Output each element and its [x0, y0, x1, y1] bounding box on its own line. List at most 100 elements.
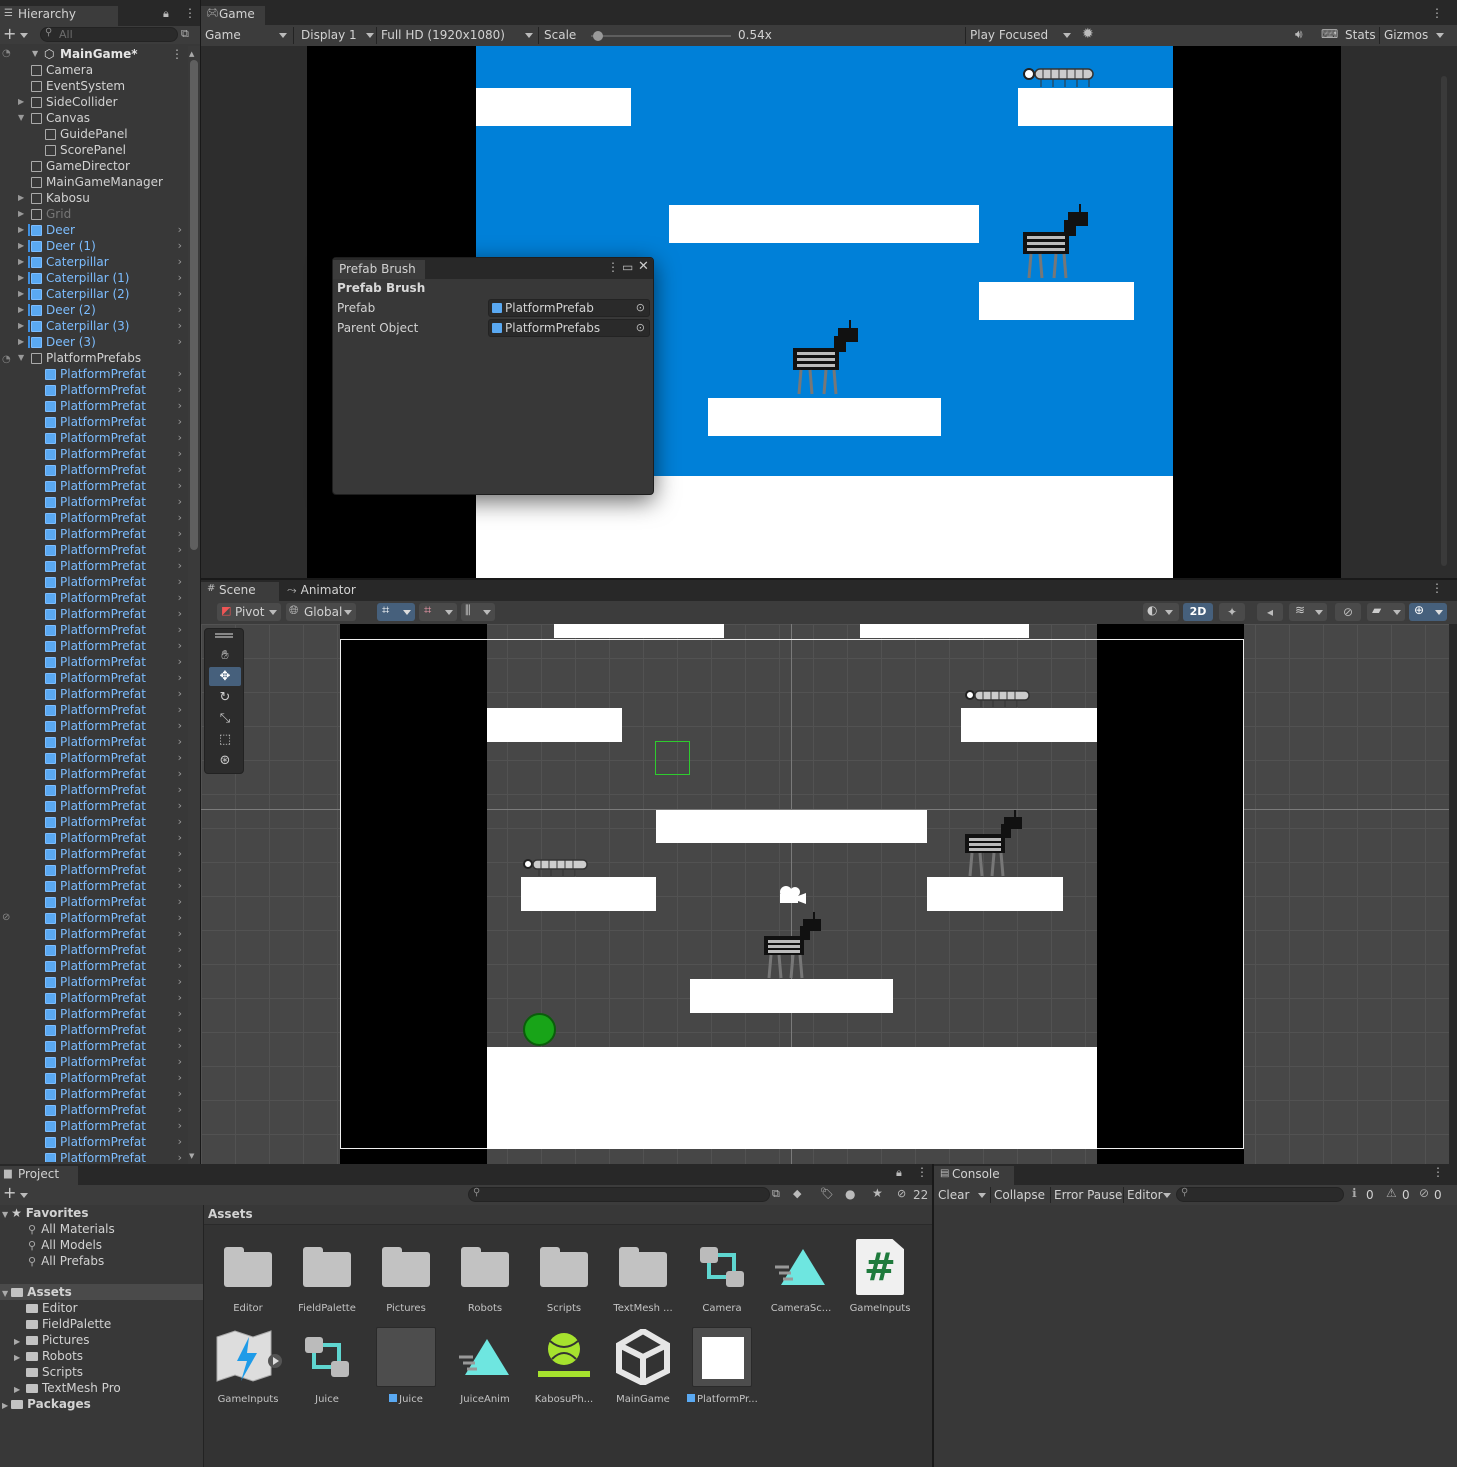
chevron-right-icon[interactable]: › [178, 254, 182, 270]
chevron-right-icon[interactable]: › [178, 910, 182, 926]
chevron-right-icon[interactable]: › [178, 1054, 182, 1070]
hierarchy-item-platform[interactable]: PlatformPrefat › [0, 398, 188, 414]
chevron-right-icon[interactable]: › [178, 238, 182, 254]
play-mode-dropdown[interactable]: Play Focused [970, 25, 1048, 45]
chevron-down-icon[interactable] [366, 33, 374, 38]
chevron-right-icon[interactable]: › [178, 990, 182, 1006]
hierarchy-item[interactable]: GuidePanel [0, 126, 188, 142]
hierarchy-item-platform[interactable]: PlatformPrefat › [0, 414, 188, 430]
hierarchy-item-platform[interactable]: PlatformPrefat › [0, 494, 188, 510]
platform[interactable] [690, 979, 893, 1013]
favorite-item[interactable]: ⚲ All Materials [0, 1221, 200, 1237]
favorite-star-icon[interactable]: ★ [872, 1186, 883, 1200]
error-icon[interactable]: ⊘ [1419, 1186, 1429, 1200]
chevron-right-icon[interactable]: › [178, 878, 182, 894]
hierarchy-item-platform[interactable]: PlatformPrefat › [0, 878, 188, 894]
caterpillar-sprite[interactable] [963, 686, 1037, 708]
chevron-right-icon[interactable]: › [178, 734, 182, 750]
asset-folder-row[interactable]: ▶ Pictures [0, 1332, 200, 1348]
palette-drag-handle[interactable] [215, 633, 233, 635]
scene-visibility-icon[interactable]: ◔ [2, 46, 11, 62]
chevron-right-icon[interactable]: › [178, 702, 182, 718]
warning-icon[interactable]: ⚠ [1386, 1186, 1397, 1200]
expand-arrow-icon[interactable]: ▶ [18, 238, 24, 254]
chevron-right-icon[interactable]: › [178, 382, 182, 398]
maximize-icon[interactable]: ▭ [622, 260, 633, 274]
hierarchy-item-platform[interactable]: PlatformPrefat › [0, 622, 188, 638]
platform[interactable] [487, 708, 622, 742]
chevron-right-icon[interactable]: › [178, 222, 182, 238]
asset-item[interactable]: Juice [371, 1325, 441, 1405]
hierarchy-item-platform[interactable]: PlatformPrefat › [0, 1054, 188, 1070]
chevron-right-icon[interactable]: › [178, 830, 182, 846]
chevron-right-icon[interactable]: › [178, 718, 182, 734]
chevron-right-icon[interactable]: › [178, 430, 182, 446]
hierarchy-item-platform[interactable]: PlatformPrefat › [0, 846, 188, 862]
expand-arrow-icon[interactable]: ▶ [18, 334, 24, 350]
hierarchy-item-platform[interactable]: PlatformPrefat › [0, 526, 188, 542]
asset-item[interactable]: Scripts [529, 1235, 599, 1314]
chevron-down-icon[interactable] [20, 33, 28, 38]
close-icon[interactable]: ✕ [638, 259, 649, 274]
ground-platform[interactable] [487, 1047, 1097, 1149]
expand-arrow-icon[interactable]: ▼ [32, 46, 38, 62]
increment-snap-button[interactable]: ⫼ [461, 603, 495, 621]
asset-folder-row[interactable]: ▶ Robots [0, 1348, 200, 1364]
expand-arrow-icon[interactable]: ▶ [18, 286, 24, 302]
asset-folder-row[interactable]: Editor [0, 1300, 200, 1316]
chevron-down-icon[interactable] [1063, 33, 1071, 38]
chevron-right-icon[interactable]: › [178, 686, 182, 702]
chevron-right-icon[interactable]: › [178, 590, 182, 606]
hierarchy-item-platform[interactable]: PlatformPrefat › [0, 382, 188, 398]
chevron-right-icon[interactable]: › [178, 622, 182, 638]
chevron-right-icon[interactable]: › [178, 926, 182, 942]
lighting-toggle[interactable]: ✦ [1219, 603, 1245, 621]
expand-arrow-icon[interactable]: ▶ [18, 222, 24, 238]
hierarchy-scrollbar[interactable]: ▲ ▼ [188, 46, 200, 1164]
hierarchy-item-platform[interactable]: PlatformPrefat › [0, 574, 188, 590]
hierarchy-item-platform[interactable]: PlatformPrefat › [0, 958, 188, 974]
chevron-right-icon[interactable]: › [178, 1086, 182, 1102]
chevron-right-icon[interactable]: › [178, 318, 182, 334]
favorites-row[interactable]: ▼ ★ Favorites [0, 1205, 200, 1221]
chevron-right-icon[interactable]: › [178, 286, 182, 302]
project-search-input[interactable]: ⚲ [468, 1187, 770, 1202]
more-menu-icon[interactable]: ⋮ [171, 46, 183, 62]
hierarchy-item-platform[interactable]: PlatformPrefat › [0, 974, 188, 990]
expand-arrow-icon[interactable]: ▼ [18, 350, 24, 366]
search-options-icon[interactable]: ⧉ [772, 1187, 780, 1201]
deer-sprite[interactable] [961, 810, 1025, 878]
audio-toggle[interactable]: ◂ [1257, 603, 1283, 621]
hierarchy-item[interactable]: ▶ Grid [0, 206, 188, 222]
hierarchy-item-platform[interactable]: PlatformPrefat › [0, 1150, 188, 1162]
chevron-right-icon[interactable]: › [178, 766, 182, 782]
hierarchy-item-platform[interactable]: PlatformPrefat › [0, 990, 188, 1006]
editor-dropdown[interactable]: Editor [1127, 1185, 1163, 1205]
chevron-right-icon[interactable]: › [178, 1102, 182, 1118]
hierarchy-item-platform[interactable]: PlatformPrefat › [0, 766, 188, 782]
error-pause-button[interactable]: Error Pause [1054, 1185, 1122, 1205]
tab-game[interactable]: 🎮︎ Game [201, 6, 265, 26]
hierarchy-item[interactable]: ScorePanel [0, 142, 188, 158]
hierarchy-item[interactable]: ▶ Deer › [0, 222, 188, 238]
chevron-right-icon[interactable]: › [178, 1038, 182, 1054]
chevron-right-icon[interactable]: › [178, 670, 182, 686]
chevron-right-icon[interactable]: › [178, 542, 182, 558]
chevron-right-icon[interactable]: › [178, 334, 182, 350]
chevron-right-icon[interactable]: › [178, 462, 182, 478]
log-filter-icon[interactable]: ● [845, 1187, 855, 1201]
hierarchy-item[interactable]: ▶ Caterpillar (2) › [0, 286, 188, 302]
chevron-down-icon[interactable] [20, 1193, 28, 1198]
chevron-down-icon[interactable] [978, 1193, 986, 1198]
chevron-right-icon[interactable]: › [178, 1134, 182, 1150]
hierarchy-item-platform[interactable]: PlatformPrefat › [0, 910, 188, 926]
platform[interactable] [961, 708, 1097, 742]
label-filter-icon[interactable]: 🏷︎ [820, 1187, 834, 1200]
prefab-brush-window[interactable]: Prefab Brush ⋮ ▭ ✕ Prefab Brush Prefab P… [332, 257, 654, 495]
hierarchy-item-platform[interactable]: PlatformPrefat › [0, 1102, 188, 1118]
hierarchy-item-platform[interactable]: PlatformPrefat › [0, 1006, 188, 1022]
hierarchy-item-platform[interactable]: PlatformPrefat › [0, 654, 188, 670]
chevron-right-icon[interactable]: › [178, 958, 182, 974]
rotate-tool-button[interactable]: ↻ [209, 688, 241, 707]
expand-arrow-icon[interactable]: ▶ [18, 302, 24, 318]
